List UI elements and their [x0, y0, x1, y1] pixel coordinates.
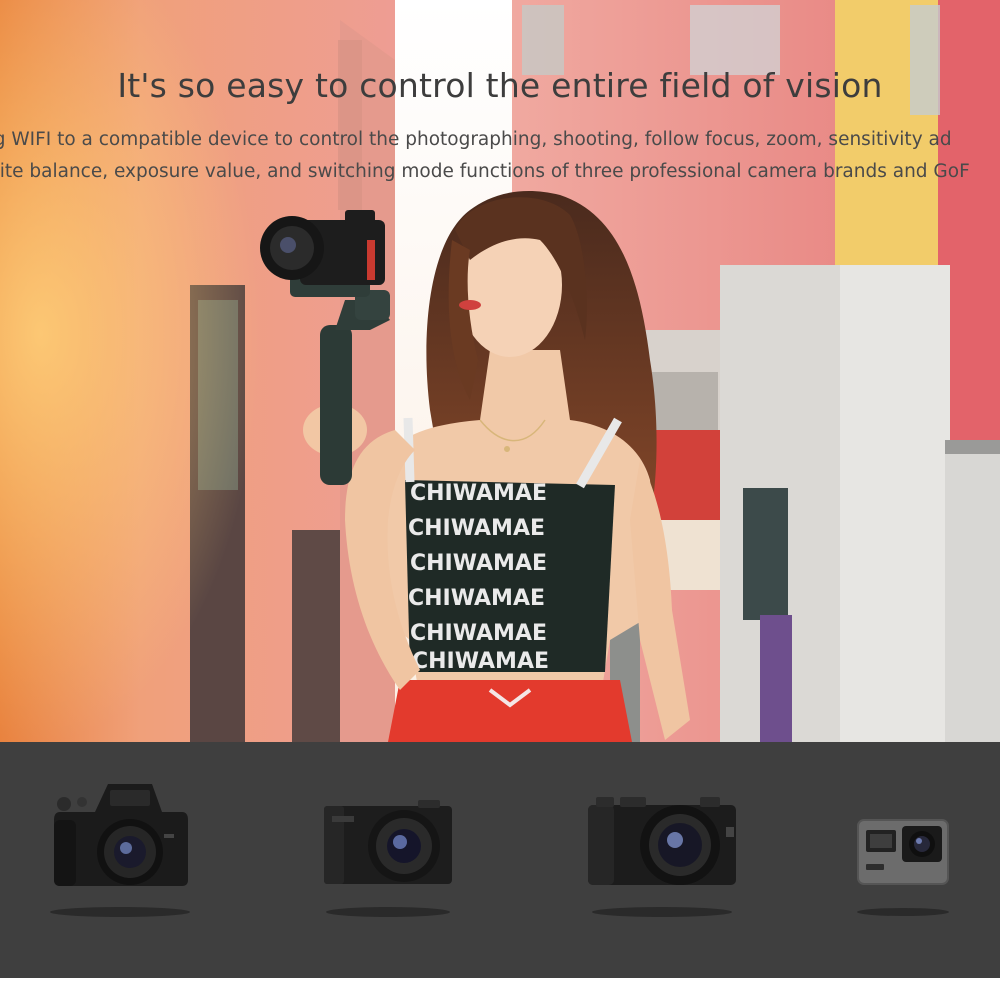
top-print-text: CHIWAMAE	[412, 649, 549, 674]
top-print-text: CHIWAMAE	[410, 621, 547, 646]
street-scene-photo: CHIWAMAE CHIWAMAE CHIWAMAE CHIWAMAE CHIW…	[0, 0, 1000, 742]
top-print-text: CHIWAMAE	[408, 516, 545, 541]
mirrorless-camera-icon	[50, 784, 190, 917]
headline: It's so easy to control the entire field…	[117, 66, 883, 105]
aps-c-mirrorless-camera-icon	[588, 797, 736, 917]
description-line-1: ng WIFI to a compatible device to contro…	[0, 129, 952, 150]
hero-photo: CHIWAMAE CHIWAMAE CHIWAMAE CHIWAMAE CHIW…	[0, 0, 1000, 742]
compatible-cameras-strip	[0, 742, 1000, 978]
top-print-text: CHIWAMAE	[410, 551, 547, 576]
action-camera-icon	[857, 819, 949, 916]
top-print-text: CHIWAMAE	[408, 586, 545, 611]
bottom-margin	[0, 978, 1000, 1000]
description-line-2: hite balance, exposure value, and switch…	[0, 161, 970, 182]
compact-camera-icon	[324, 800, 452, 917]
top-print-text: CHIWAMAE	[410, 481, 547, 506]
